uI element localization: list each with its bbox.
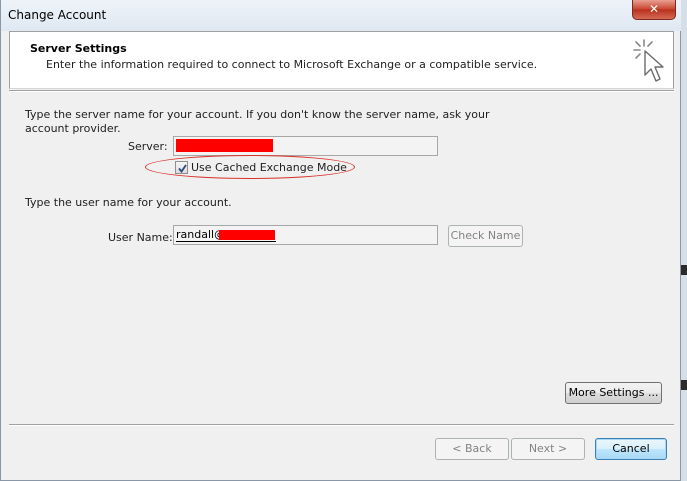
close-button[interactable]: ✕ (632, 0, 676, 20)
cancel-button[interactable]: Cancel (595, 438, 667, 460)
close-icon: ✕ (648, 2, 660, 16)
user-name-underline (176, 241, 276, 242)
header-title: Server Settings (30, 42, 127, 55)
user-name-label: User Name: (108, 231, 173, 244)
background-mark (681, 265, 687, 275)
header-panel: Server Settings Enter the information re… (9, 31, 674, 89)
server-instructions-line1: Type the server name for your account. I… (25, 108, 490, 121)
background-window-edge (681, 0, 687, 481)
user-name-input[interactable]: randall@ (173, 225, 438, 245)
more-settings-button[interactable]: More Settings ... (565, 382, 662, 404)
check-name-button[interactable]: Check Name (448, 225, 523, 247)
user-instructions: Type the user name for your account. (25, 196, 232, 209)
cached-mode-checkbox[interactable] (175, 160, 188, 174)
wizard-cursor-icon (633, 39, 664, 82)
server-input[interactable] (173, 136, 438, 156)
next-button[interactable]: Next > (511, 438, 585, 460)
header-separator (9, 90, 674, 92)
footer-separator (9, 424, 674, 426)
server-value-redaction (176, 139, 273, 152)
server-instructions-line2: account provider. (25, 122, 121, 135)
user-name-value: randall@ (176, 228, 226, 241)
checkmark-icon (178, 163, 187, 173)
change-account-dialog: Change Account ✕ Server Settings Enter t… (0, 0, 681, 481)
header-subtitle: Enter the information required to connec… (46, 58, 538, 71)
window-title: Change Account (8, 8, 107, 22)
back-button[interactable]: < Back (435, 438, 509, 460)
title-bar[interactable]: Change Account ✕ (1, 0, 681, 31)
cached-mode-label[interactable]: Use Cached Exchange Mode (191, 161, 347, 174)
background-mark (681, 380, 687, 390)
user-name-redaction (219, 230, 275, 240)
server-label: Server: (128, 140, 168, 153)
cached-mode-option[interactable]: Use Cached Exchange Mode (175, 160, 347, 174)
